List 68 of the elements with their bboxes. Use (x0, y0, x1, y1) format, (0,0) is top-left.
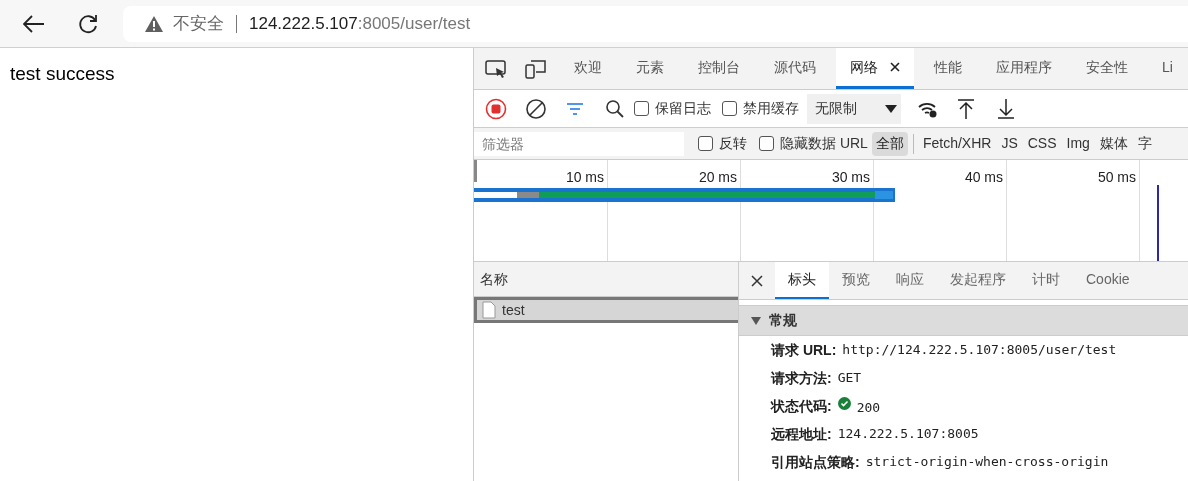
devtools-tab[interactable]: 网络 (836, 48, 914, 89)
header-label: 请求 URL: (771, 340, 837, 360)
back-arrow-icon (23, 14, 45, 33)
checkbox[interactable] (759, 136, 774, 151)
record-stop-icon[interactable] (485, 97, 507, 120)
type-filter-button[interactable]: Fetch/XHR (918, 131, 996, 156)
devtools-tab[interactable]: 安全性 (1072, 48, 1142, 89)
detail-tab[interactable]: 计时 (1019, 262, 1073, 299)
warning-icon (145, 15, 163, 32)
devtools-tab[interactable]: 欢迎 (560, 48, 616, 89)
devtools-tab[interactable]: 应用程序 (982, 48, 1066, 89)
header-label: 引用站点策略: (771, 452, 860, 472)
close-tab-icon[interactable] (890, 62, 900, 72)
request-name: test (502, 300, 525, 320)
checkbox-label: 反转 (719, 134, 747, 153)
tick-label: 20 ms (698, 168, 737, 187)
reload-icon (77, 12, 99, 35)
detail-tab[interactable]: 预览 (829, 262, 883, 299)
download-icon[interactable] (996, 97, 1016, 120)
header-value: GET (837, 369, 862, 388)
checkbox[interactable] (634, 101, 649, 116)
header-value: 124.222.5.107:8005 (837, 425, 979, 444)
tick-label: 30 ms (831, 168, 870, 187)
type-filter-button[interactable]: 媒体 (1095, 131, 1132, 156)
tick-label: 40 ms (964, 168, 1003, 187)
upload-icon[interactable] (956, 97, 976, 120)
type-filter-button[interactable]: 字 (1133, 131, 1156, 156)
success-check-icon (837, 396, 851, 410)
expand-triangle-icon[interactable] (751, 316, 761, 325)
header-label: 状态代码: (771, 396, 832, 416)
url-text: 124.222.5.107:8005/user/test (249, 12, 471, 35)
checkbox-label: 禁用缓存 (743, 99, 799, 118)
detail-tab[interactable]: 响应 (883, 262, 937, 299)
section-title: 常规 (769, 311, 797, 330)
header-label: 请求方法: (771, 368, 832, 388)
devtools-tab[interactable]: 控制台 (684, 48, 754, 89)
devtools-tab[interactable]: 源代码 (760, 48, 830, 89)
tick-label: 50 ms (1097, 168, 1136, 187)
header-value: http://124.222.5.107:8005/user/test (842, 341, 1117, 360)
address-bar[interactable]: 不安全 124.222.5.107:8005/user/test (123, 5, 1188, 42)
page-text: test success (10, 62, 116, 86)
type-filter-button[interactable]: JS (997, 131, 1022, 156)
header-value: strict-origin-when-cross-origin (865, 453, 1109, 472)
column-header: 名称 (474, 262, 738, 297)
devtools-tab[interactable]: 元素 (622, 48, 678, 89)
checkbox-label: 保留日志 (655, 99, 711, 118)
file-icon (482, 301, 496, 319)
search-icon[interactable] (605, 98, 625, 119)
checkbox-label: 隐藏数据 URL (780, 134, 868, 153)
type-filter-button[interactable]: CSS (1023, 131, 1061, 156)
detail-tab[interactable]: 标头 (775, 262, 829, 299)
header-label: 远程地址: (771, 424, 832, 444)
filter-input[interactable]: 筛选器 (474, 131, 684, 156)
request-row[interactable]: test (474, 297, 738, 323)
checkbox[interactable] (722, 101, 737, 116)
tick-label: 10 ms (565, 168, 604, 187)
dropdown-caret-icon (885, 104, 897, 113)
throttling-dropdown[interactable]: 无限制 (807, 93, 901, 124)
security-label: 不安全 (173, 12, 224, 35)
header-value: 200 (856, 399, 881, 418)
type-filter-button[interactable]: Img (1062, 131, 1094, 156)
devtools-tab[interactable]: 性能 (920, 48, 976, 89)
devtools-tab[interactable]: Li (1148, 48, 1187, 89)
clear-icon[interactable] (525, 97, 547, 120)
type-filter-button[interactable]: 全部 (871, 131, 908, 156)
checkbox[interactable] (698, 136, 713, 151)
detail-tab[interactable]: Cookie (1073, 262, 1143, 299)
detail-tab[interactable]: 发起程序 (937, 262, 1019, 299)
